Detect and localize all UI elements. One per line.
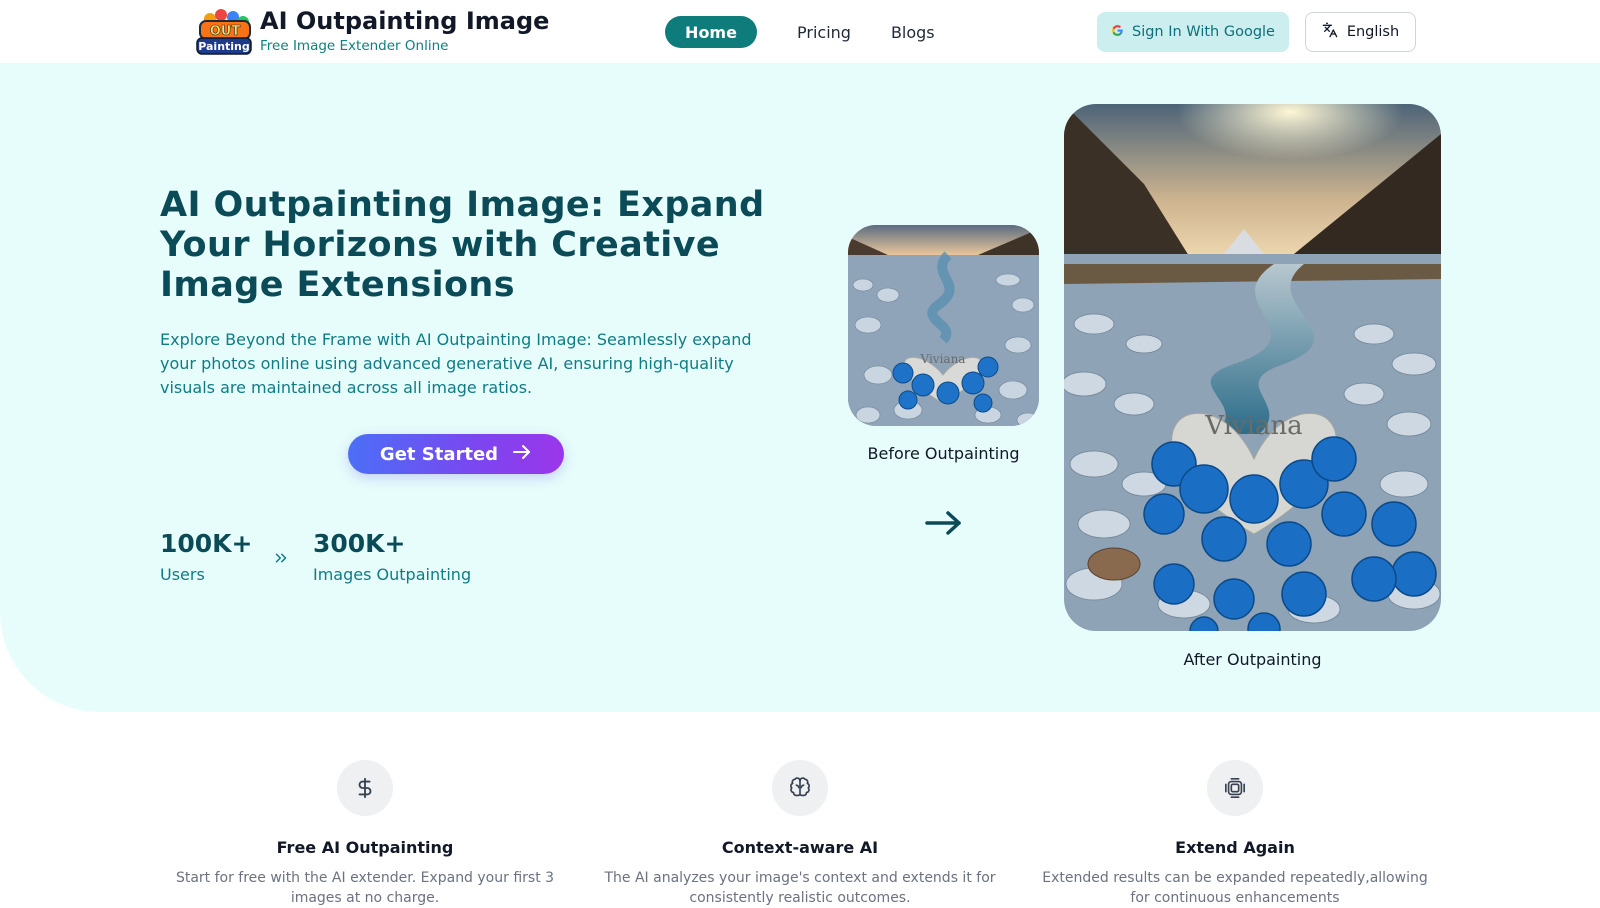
feature-description: The AI analyzes your image's context and… xyxy=(604,870,996,906)
brand-title[interactable]: AI Outpainting Image xyxy=(260,8,549,35)
get-started-button[interactable]: Get Started xyxy=(348,434,564,474)
svg-text:Viviana: Viviana xyxy=(1204,411,1302,441)
after-outpainting-image: Viviana xyxy=(1064,104,1441,631)
feature-free: Free AI Outpainting Start for free with … xyxy=(165,760,565,908)
stat-images: 300K+ Images Outpainting xyxy=(313,528,471,584)
brand-subtitle: Free Image Extender Online xyxy=(260,38,449,54)
feature-description: Start for free with the AI extender. Exp… xyxy=(175,870,555,906)
translate-icon xyxy=(1322,22,1338,42)
feature-title: Extend Again xyxy=(1175,838,1295,857)
hero-title: AI Outpainting Image: Expand Your Horizo… xyxy=(160,185,765,305)
google-icon xyxy=(1111,24,1124,41)
svg-text:OUT: OUT xyxy=(210,24,241,39)
hero-description: Explore Beyond the Frame with AI Outpain… xyxy=(160,330,752,397)
chevrons-right-icon xyxy=(272,549,290,571)
nav-blogs[interactable]: Blogs xyxy=(891,23,935,42)
brand-logo[interactable]: OUT Painting xyxy=(196,8,252,56)
arrow-right-icon xyxy=(512,444,532,465)
brain-icon xyxy=(772,760,828,816)
stat-images-label: Images Outpainting xyxy=(313,565,472,584)
stat-users: 100K+ Users xyxy=(160,528,253,584)
brand[interactable]: OUT Painting AI Outpainting Image Free I… xyxy=(196,8,549,56)
before-outpainting-image: Viviana xyxy=(848,225,1039,426)
get-started-label: Get Started xyxy=(379,443,499,465)
stat-users-value: 100K+ xyxy=(160,529,253,558)
main-nav: Home Pricing Blogs xyxy=(665,16,935,48)
feature-description: Extended results can be expanded repeate… xyxy=(1042,870,1428,906)
sign-in-label: Sign In With Google xyxy=(1132,24,1275,40)
feature-title: Free AI Outpainting xyxy=(276,838,454,857)
feature-title: Context-aware AI xyxy=(721,838,879,857)
svg-text:Painting: Painting xyxy=(198,40,250,53)
svg-text:Viviana: Viviana xyxy=(920,352,966,366)
language-selector[interactable]: English xyxy=(1305,12,1416,52)
before-label: Before Outpainting xyxy=(867,444,1020,463)
feature-context-aware: Context-aware AI The AI analyzes your im… xyxy=(600,760,1000,908)
hero-section: AI Outpainting Image: Expand Your Horizo… xyxy=(0,63,1600,712)
after-label: After Outpainting xyxy=(1183,650,1322,669)
top-navbar: OUT Painting AI Outpainting Image Free I… xyxy=(0,0,1600,63)
dollar-icon xyxy=(337,760,393,816)
nav-pricing[interactable]: Pricing xyxy=(797,23,851,42)
language-label: English xyxy=(1346,24,1400,40)
sign-in-google-button[interactable]: Sign In With Google xyxy=(1097,12,1289,52)
layers-icon xyxy=(1207,760,1263,816)
long-arrow-right-icon xyxy=(924,509,964,541)
stat-images-value: 300K+ xyxy=(313,529,406,558)
stat-users-label: Users xyxy=(160,565,205,584)
nav-home[interactable]: Home xyxy=(665,16,757,48)
feature-extend-again: Extend Again Extended results can be exp… xyxy=(1035,760,1435,908)
